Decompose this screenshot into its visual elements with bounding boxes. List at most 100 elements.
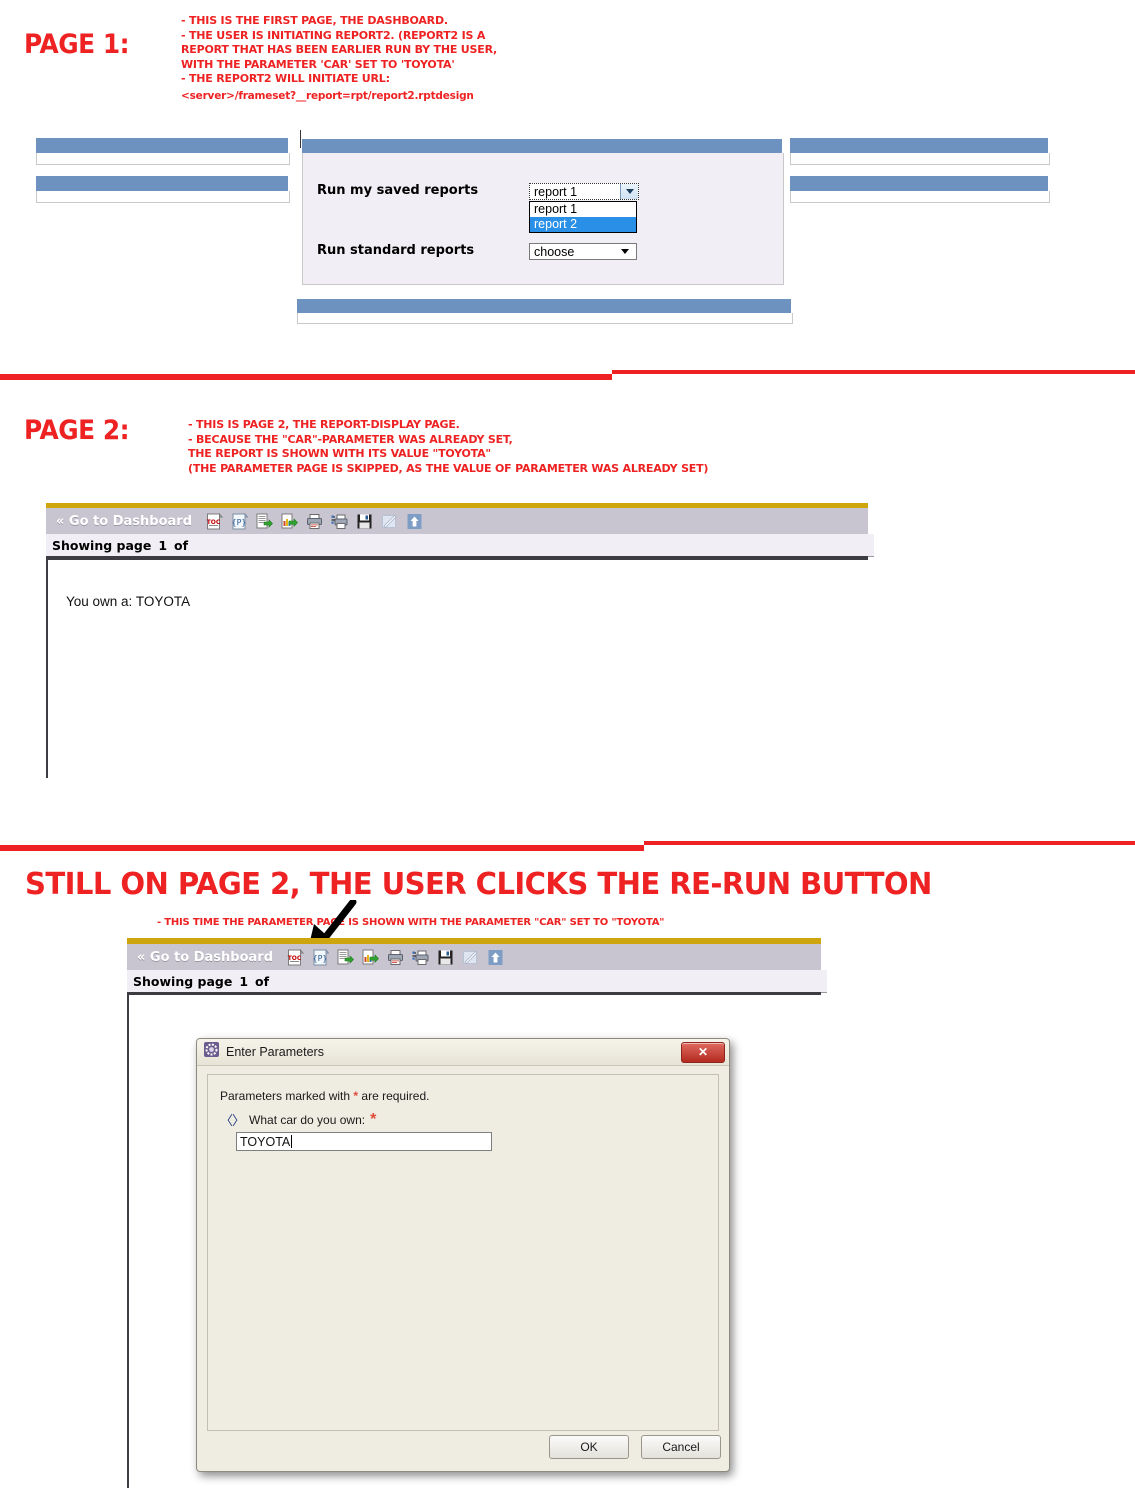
print-to-server-icon[interactable] [412,949,429,966]
car-parameter-input[interactable]: TOYOTA [236,1132,492,1151]
left-panel-2-body [36,191,290,203]
enter-parameters-dialog[interactable]: Enter Parameters ✕ Parameters marked wit… [196,1038,730,1472]
status-suffix: of [255,973,270,989]
toc-icon[interactable]: TOC [287,948,305,966]
report-output-text: You own a: TOYOTA [66,594,191,609]
save-icon[interactable] [437,949,454,966]
section3-heading: STILL ON PAGE 2, THE USER CLICKS THE RE-… [25,867,932,902]
saved-reports-value: report 1 [534,184,578,199]
parameter-required-star: * [370,1110,377,1128]
cancel-button[interactable]: Cancel [641,1435,721,1459]
status-prefix: Showing page [52,537,152,553]
parameters-icon[interactable]: {P} [312,948,330,966]
save-icon[interactable] [356,513,373,530]
svg-text:TOC: TOC [288,955,302,962]
section-divider-left [0,374,612,380]
toc-icon[interactable]: TOC [206,512,224,530]
svg-text:{P}: {P} [313,954,328,963]
chevron-down-icon[interactable] [620,184,638,199]
dropdown-option-selected[interactable]: report 2 [530,217,636,232]
left-panel-1-body [36,153,290,165]
saved-reports-dropdown-list[interactable]: report 1 report 2 [529,201,637,233]
parameters-icon[interactable]: {P} [231,512,249,530]
annotation-line: REPORT THAT HAS BEEN EARLIER RUN BY THE … [181,43,498,57]
annotation-line: - THIS IS THE FIRST PAGE, THE DASHBOARD. [181,14,448,27]
settings-gear-icon [204,1042,219,1062]
left-panel-1-header [36,138,288,153]
status-prefix: Showing page [133,973,233,989]
page1-label: PAGE 1: [24,29,130,60]
ok-button[interactable]: OK [549,1435,629,1459]
right-panel-2-body [790,191,1050,203]
viewer1-toolbar[interactable]: « Go to Dashboard TOC {P} [46,508,868,534]
chevron-down-icon[interactable] [614,249,636,254]
right-panel-1-body [790,153,1050,165]
annotation-line: - THE REPORT2 WILL INITIATE URL: [181,72,390,86]
print-icon[interactable] [387,949,404,966]
export-data-icon[interactable] [281,513,298,530]
section-divider-left-2 [0,845,644,851]
required-note: Parameters marked with * are required. [220,1089,429,1103]
viewer1-status-bar: Showing page 1 of [46,534,874,557]
center-divider-tick [300,130,301,148]
close-icon[interactable]: ✕ [681,1041,725,1063]
dialog-titlebar[interactable]: Enter Parameters ✕ [197,1039,729,1066]
required-star: * [353,1089,359,1103]
left-panel-2-header [36,176,288,191]
standard-reports-select[interactable]: choose [529,243,637,260]
svg-text:TOC: TOC [207,519,221,526]
page1-annotation-block: - THIS IS THE FIRST PAGE, THE DASHBOARD.… [181,14,497,104]
print-icon[interactable] [306,513,323,530]
page2-label: PAGE 2: [24,415,130,446]
page-number: 1 [158,537,168,553]
viewer1-report-body: You own a: TOYOTA [46,556,868,778]
dialog-button-row[interactable]: OK Cancel [207,1435,721,1459]
right-panel-1-header [790,138,1048,153]
car-parameter-value: TOYOTA [240,1134,291,1149]
dropdown-option[interactable]: report 1 [530,202,636,217]
status-suffix: of [174,537,189,553]
edit-icon[interactable] [381,513,398,530]
annotation-url: <server>/frameset?__report=rpt/report2.r… [181,89,474,102]
standard-reports-value: choose [534,244,575,259]
center-bottom-panel-header [297,299,791,313]
expression-braces-icon: 〈〉 [220,1114,245,1129]
export-data-icon[interactable] [362,949,379,966]
go-to-dashboard-link[interactable]: « Go to Dashboard [46,514,192,529]
saved-reports-select[interactable]: report 1 [529,183,639,200]
required-note-suffix: are required. [361,1089,430,1103]
required-note-prefix: Parameters marked with [220,1089,351,1103]
right-panel-2-header [790,176,1048,191]
center-card-header [302,139,782,153]
rerun-icon[interactable] [487,949,504,966]
go-to-dashboard-link[interactable]: « Go to Dashboard [127,950,273,965]
annotation-line: THE REPORT IS SHOWN WITH ITS VALUE "TOYO… [188,447,491,461]
svg-text:{P}: {P} [232,518,247,527]
annotation-line: - THIS IS PAGE 2, THE REPORT-DISPLAY PAG… [188,418,460,431]
parameter-label-row: 〈〉 What car do you own: * [220,1110,377,1130]
rerun-icon[interactable] [406,513,423,530]
page2-annotation-block: - THIS IS PAGE 2, THE REPORT-DISPLAY PAG… [188,418,708,476]
annotation-line: (THE PARAMETER PAGE IS SKIPPED, AS THE V… [188,461,709,475]
viewer2-icon-group[interactable]: TOC {P} [287,948,504,966]
center-bottom-panel-body [297,313,793,324]
parameter-label: What car do you own: [249,1112,366,1127]
annotation-line: - THE USER IS INITIATING REPORT2. (REPOR… [181,28,486,42]
standard-reports-label: Run standard reports [317,243,475,258]
viewer2-toolbar[interactable]: « Go to Dashboard TOC {P} [127,944,821,970]
export-report-icon[interactable] [256,513,273,530]
annotation-line: WITH THE PARAMETER 'CAR' SET TO 'TOYOTA' [181,57,455,71]
text-cursor [291,1135,293,1148]
dialog-title: Enter Parameters [226,1045,324,1059]
dialog-content-panel: Parameters marked with * are required. 〈… [207,1074,719,1431]
export-report-icon[interactable] [337,949,354,966]
section-divider-right [612,370,1135,374]
section-divider-right-2 [644,841,1135,845]
page-number: 1 [239,973,249,989]
edit-icon[interactable] [462,949,479,966]
viewer1-icon-group[interactable]: TOC {P} [206,512,423,530]
print-to-server-icon[interactable] [331,513,348,530]
annotation-line: - BECAUSE THE "CAR"-PARAMETER WAS ALREAD… [188,432,513,446]
viewer2-status-bar: Showing page 1 of [127,970,827,993]
saved-reports-label: Run my saved reports [317,183,479,198]
